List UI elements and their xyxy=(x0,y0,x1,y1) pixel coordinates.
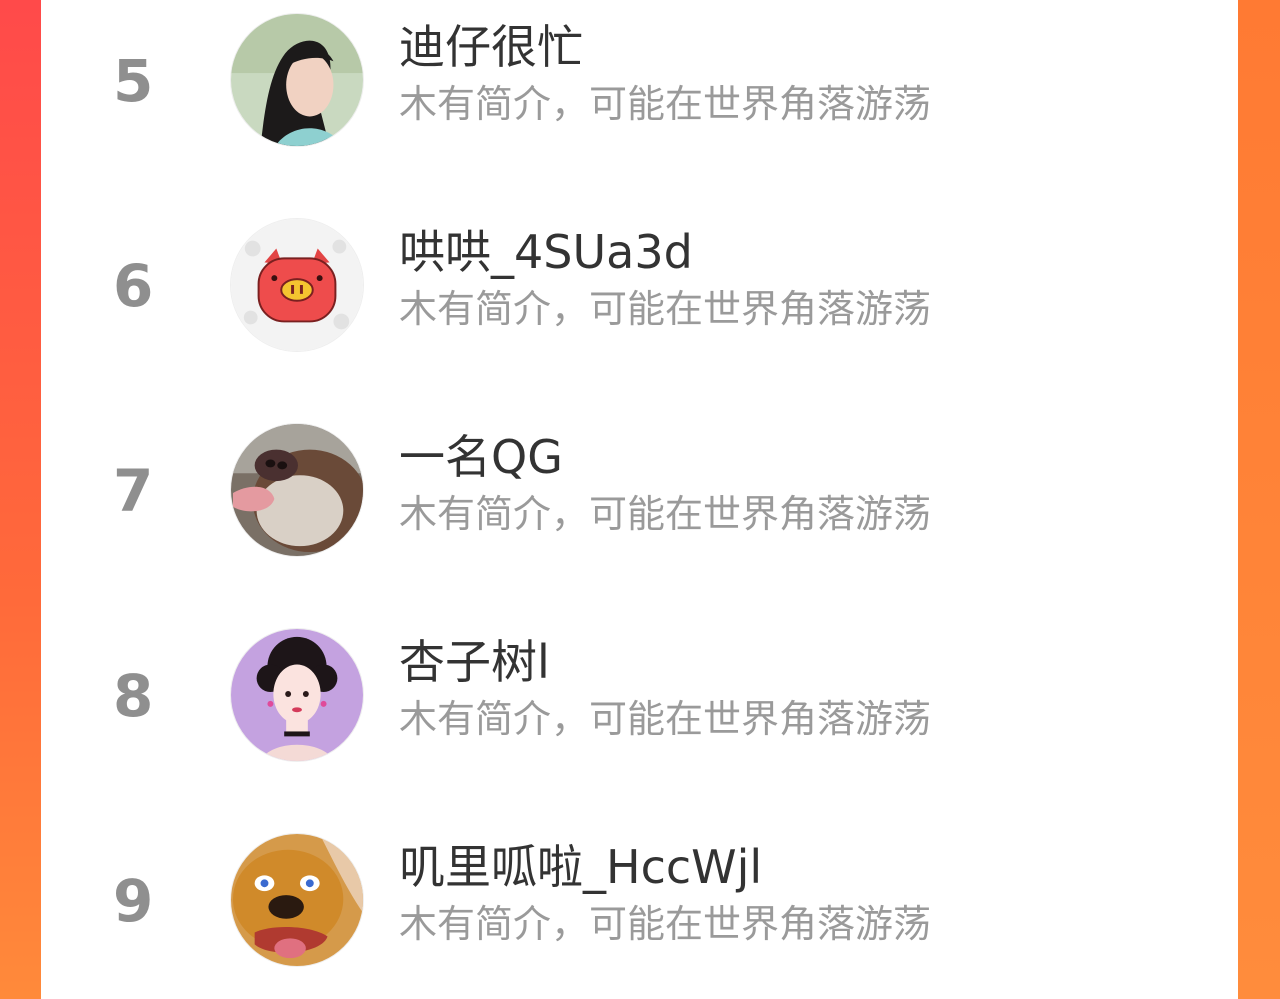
rank-number: 9 xyxy=(113,867,154,935)
user-bio: 木有简介，可能在世界角落游荡 xyxy=(399,287,932,331)
woman-portrait-avatar-icon[interactable] xyxy=(230,13,364,147)
rank-number: 6 xyxy=(113,252,154,320)
golden-dog-avatar-icon[interactable] xyxy=(230,833,364,967)
rank-number: 5 xyxy=(113,47,154,115)
user-bio: 木有简介，可能在世界角落游荡 xyxy=(399,697,932,741)
ranking-row[interactable]: 5 迪仔很忙 木有简介，可能在世界角落游荡 xyxy=(41,0,1238,204)
ranking-list-panel: 5 迪仔很忙 木有简介，可能在世界角落游荡 6 哄哄_4SUa3d 木有简介，可… xyxy=(41,0,1238,999)
user-name[interactable]: 杏子树l xyxy=(399,639,550,685)
leaderboard-page: 5 迪仔很忙 木有简介，可能在世界角落游荡 6 哄哄_4SUa3d 木有简介，可… xyxy=(0,0,1280,999)
user-bio: 木有简介，可能在世界角落游荡 xyxy=(399,82,932,126)
rank-number: 8 xyxy=(113,662,154,730)
rank-number: 7 xyxy=(113,457,154,525)
dog-tongue-avatar-icon[interactable] xyxy=(230,423,364,557)
user-bio: 木有简介，可能在世界角落游荡 xyxy=(399,902,932,946)
illustrated-woman-avatar-icon[interactable] xyxy=(230,628,364,762)
user-name[interactable]: 叽里呱啦_HccWjl xyxy=(399,844,762,890)
user-bio: 木有简介，可能在世界角落游荡 xyxy=(399,492,932,536)
user-name[interactable]: 一名QG xyxy=(399,434,563,480)
right-background-strip xyxy=(1238,0,1280,999)
user-name[interactable]: 迪仔很忙 xyxy=(399,24,583,70)
ranking-row[interactable]: 6 哄哄_4SUa3d 木有简介，可能在世界角落游荡 xyxy=(41,205,1238,409)
ranking-row[interactable]: 7 一名QG 木有简介，可能在世界角落游荡 xyxy=(41,410,1238,614)
ranking-row[interactable]: 9 叽里呱啦_HccWjl 木有简介，可能在世界角落游荡 xyxy=(41,820,1238,999)
pig-cartoon-avatar-icon[interactable] xyxy=(230,218,364,352)
ranking-row[interactable]: 8 杏子树l 木有简介，可能在世界角落游荡 xyxy=(41,615,1238,819)
user-name[interactable]: 哄哄_4SUa3d xyxy=(399,229,693,275)
